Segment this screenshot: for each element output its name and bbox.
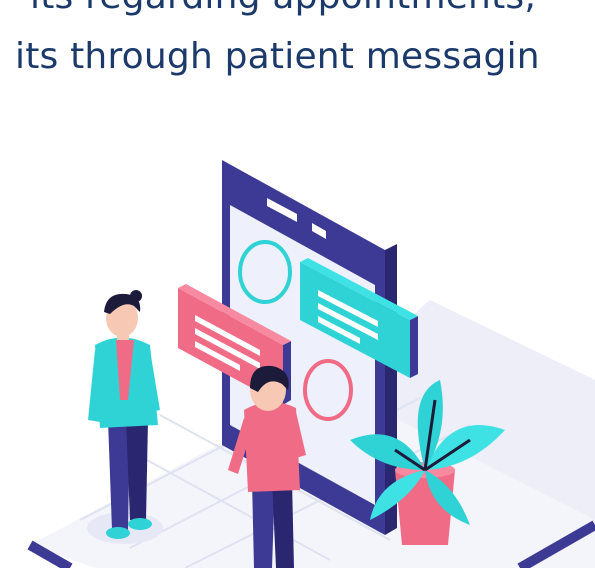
illustration <box>27 160 595 568</box>
